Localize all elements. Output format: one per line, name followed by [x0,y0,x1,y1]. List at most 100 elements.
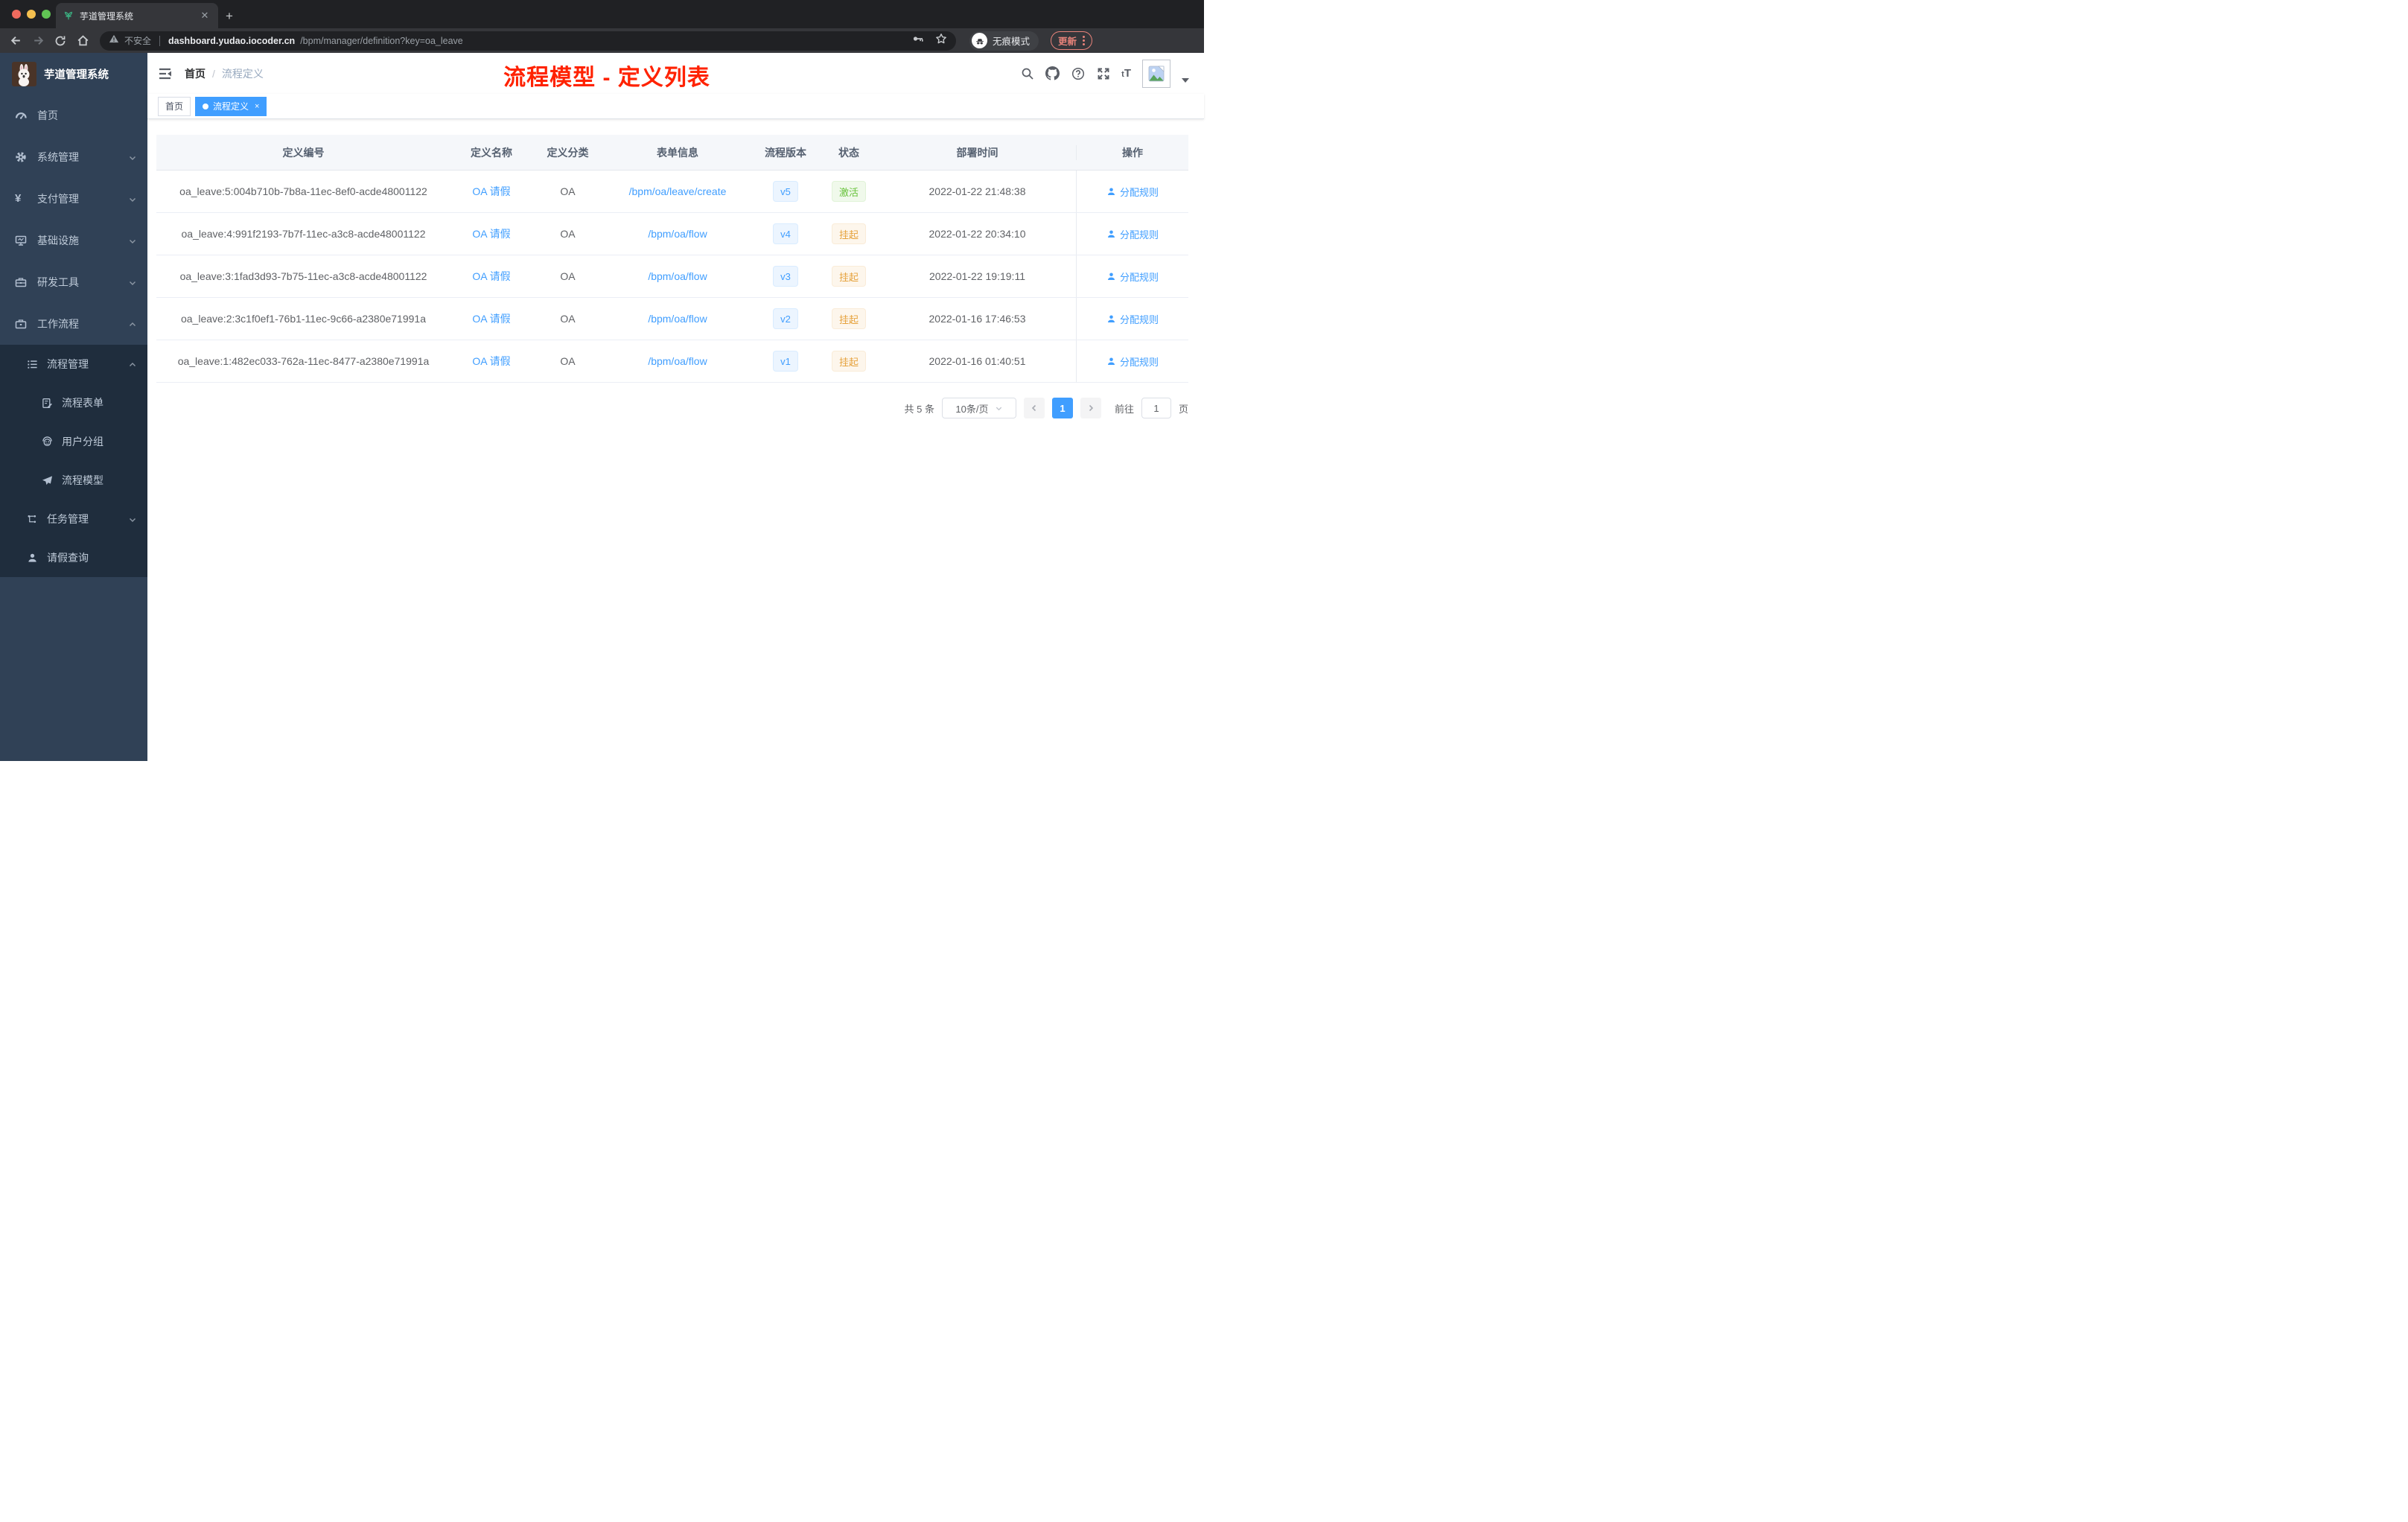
sidebar-item-process-form[interactable]: 流程表单 [0,383,147,422]
status-badge: 激活 [831,181,866,202]
prev-page-button[interactable] [1023,398,1045,418]
font-size-icon[interactable]: tT [1121,67,1131,80]
send-icon [42,475,53,486]
help-icon[interactable] [1071,66,1085,80]
page-size-select[interactable]: 10条/页 [941,398,1016,418]
breadcrumb-home[interactable]: 首页 [185,66,206,81]
incognito-label: 无痕模式 [993,36,1031,47]
form-link[interactable]: /bpm/oa/flow [648,228,707,240]
search-icon[interactable] [1020,66,1034,80]
sidebar-item-workflow[interactable]: 工作流程 [0,303,147,345]
definition-id: oa_leave:3:1fad3d93-7b75-11ec-a3c8-acde4… [179,270,427,282]
sidebar-item-user-group[interactable]: 用户分组 [0,422,147,461]
deploy-time: 2022-01-16 17:46:53 [929,313,1026,325]
sidebar-item-label: 支付管理 [37,193,79,205]
tag-close-icon[interactable]: × [255,102,259,111]
chevron-down-icon [128,515,137,523]
close-window-button[interactable] [12,10,21,19]
sidebar-item-leave-query[interactable]: 请假查询 [0,538,147,577]
table-header-row: 定义编号 定义名称 定义分类 表单信息 流程版本 状态 部署时间 操作 [156,135,1188,171]
back-icon[interactable] [6,31,25,51]
chevron-left-icon [1031,404,1036,412]
assign-rule-button[interactable]: 分配规则 [1106,185,1159,199]
definition-name-link[interactable]: OA 请假 [472,311,510,326]
bookmark-star-icon[interactable] [935,33,947,48]
pagination: 共 5 条 10条/页 1 前往 页 [156,398,1188,418]
deploy-time: 2022-01-22 21:48:38 [929,185,1026,197]
reload-icon[interactable] [51,31,70,51]
minimize-window-button[interactable] [27,10,36,19]
definition-name-link[interactable]: OA 请假 [472,184,510,199]
update-label: 更新 [1058,36,1077,47]
goto-page-input[interactable] [1141,398,1171,418]
sidebar-item-label: 用户分组 [62,436,103,448]
avatar[interactable] [1142,59,1170,88]
tag-home[interactable]: 首页 [158,96,191,116]
sidebar-item-payment[interactable]: ¥ 支付管理 [0,178,147,220]
briefcase-icon [15,318,27,330]
col-header: 操作 [1076,144,1188,160]
sidebar-item-label: 流程管理 [47,358,89,370]
security-warning-icon[interactable] [109,34,119,48]
sidebar-item-infra[interactable]: 基础设施 [0,220,147,261]
form-link[interactable]: /bpm/oa/flow [648,270,707,282]
assign-rule-button[interactable]: 分配规则 [1106,354,1159,369]
home-icon[interactable] [73,31,92,51]
window-controls[interactable] [12,10,51,19]
tab-close-icon[interactable]: ✕ [199,10,211,22]
avatar-caret-icon[interactable] [1182,77,1189,83]
sidebar-item-process-model[interactable]: 流程模型 [0,461,147,500]
page-number-button[interactable]: 1 [1051,398,1073,418]
browser-menu-icon[interactable] [1083,36,1086,45]
assign-rule-label: 分配规则 [1119,271,1159,283]
deploy-time: 2022-01-22 19:19:11 [929,270,1025,282]
table-row: oa_leave:2:3c1f0ef1-76b1-11ec-9c66-a2380… [156,298,1188,340]
security-label[interactable]: 不安全 [124,34,151,47]
gear-icon [15,151,27,163]
github-icon[interactable] [1045,66,1060,80]
sidebar-item-process-mgmt[interactable]: 流程管理 [0,345,147,383]
list-icon [27,359,38,370]
sidebar-item-label: 流程模型 [62,474,103,486]
sidebar-item-devtools[interactable]: 研发工具 [0,261,147,303]
sidebar-item-system[interactable]: 系统管理 [0,136,147,178]
chevron-down-icon [996,407,1001,410]
sidebar-logo[interactable]: 芋道管理系统 [0,53,147,95]
version-badge: v5 [773,181,798,202]
app-title: 芋道管理系统 [44,69,109,81]
yen-icon: ¥ [15,192,22,205]
new-tab-button[interactable]: + [226,9,233,28]
monitor-icon [15,235,27,246]
form-link[interactable]: /bpm/oa/leave/create [629,185,727,197]
chevron-right-icon [1089,404,1094,412]
status-badge: 挂起 [831,223,866,244]
password-key-icon[interactable] [912,33,924,48]
form-link[interactable]: /bpm/oa/flow [648,355,707,367]
incognito-icon [972,33,987,48]
browser-tab[interactable]: 芋道管理系统 ✕ [56,3,218,28]
col-header: 定义名称 [471,146,512,159]
sidebar-item-label: 系统管理 [37,151,79,163]
definition-name-link[interactable]: OA 请假 [472,269,510,284]
definition-name-link[interactable]: OA 请假 [472,226,510,241]
assign-rule-button[interactable]: 分配规则 [1106,227,1159,241]
browser-update-button[interactable]: 更新 [1051,31,1093,50]
maximize-window-button[interactable] [42,10,51,19]
next-page-button[interactable] [1080,398,1101,418]
definition-name-link[interactable]: OA 请假 [472,354,510,369]
forward-icon[interactable] [28,31,48,51]
status-badge: 挂起 [831,351,866,372]
fullscreen-icon[interactable] [1096,66,1110,80]
form-icon [42,398,53,409]
assign-rule-button[interactable]: 分配规则 [1106,270,1159,284]
sidebar-item-home[interactable]: 首页 [0,95,147,136]
url-bar[interactable]: 不安全 dashboard.yudao.iocoder.cn/bpm/manag… [100,31,956,51]
tag-process-definition[interactable]: 流程定义 × [195,96,267,116]
sidebar-fold-icon[interactable] [158,66,173,81]
version-badge: v1 [773,351,798,372]
form-link[interactable]: /bpm/oa/flow [648,313,707,325]
deploy-time: 2022-01-16 01:40:51 [929,355,1026,367]
sidebar-item-task-mgmt[interactable]: 任务管理 [0,500,147,538]
url-divider [159,35,161,46]
assign-rule-button[interactable]: 分配规则 [1106,312,1159,326]
